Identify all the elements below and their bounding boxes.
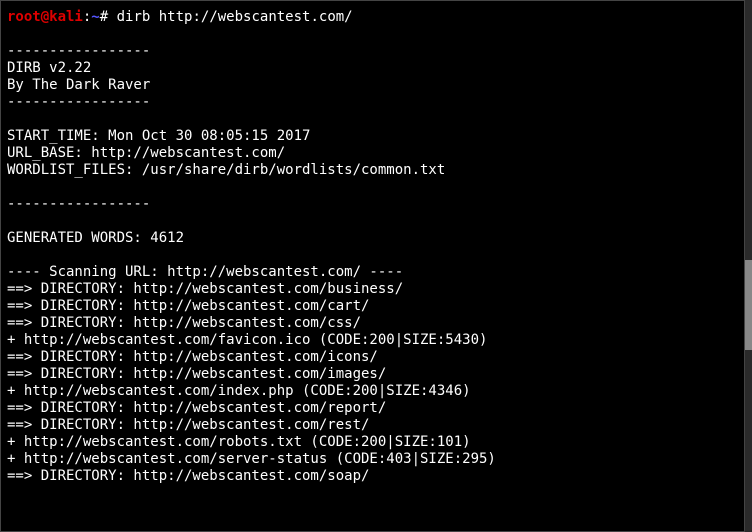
output-result-line: ==> DIRECTORY: http://webscantest.com/im…	[7, 366, 738, 383]
scrollbar-thumb[interactable]	[745, 260, 752, 350]
output-wordlist: WORDLIST_FILES: /usr/share/dirb/wordlist…	[7, 162, 738, 179]
output-result-line: + http://webscantest.com/favicon.ico (CO…	[7, 332, 738, 349]
blank-line	[7, 111, 738, 128]
output-separator: -----------------	[7, 43, 738, 60]
output-separator: -----------------	[7, 94, 738, 111]
output-result-line: ==> DIRECTORY: http://webscantest.com/re…	[7, 417, 738, 434]
output-author: By The Dark Raver	[7, 77, 738, 94]
output-start-time: START_TIME: Mon Oct 30 08:05:15 2017	[7, 128, 738, 145]
blank-line	[7, 26, 738, 43]
output-result-line: + http://webscantest.com/server-status (…	[7, 451, 738, 468]
output-result-line: ==> DIRECTORY: http://webscantest.com/cs…	[7, 315, 738, 332]
prompt-user: root@kali	[7, 9, 83, 25]
output-result-line: ==> DIRECTORY: http://webscantest.com/bu…	[7, 281, 738, 298]
output-version: DIRB v2.22	[7, 60, 738, 77]
output-result-line: ==> DIRECTORY: http://webscantest.com/ca…	[7, 298, 738, 315]
output-result-line: ==> DIRECTORY: http://webscantest.com/re…	[7, 400, 738, 417]
output-scanning-header: ---- Scanning URL: http://webscantest.co…	[7, 264, 738, 281]
output-result-line: ==> DIRECTORY: http://webscantest.com/so…	[7, 468, 738, 485]
output-result-line: + http://webscantest.com/index.php (CODE…	[7, 383, 738, 400]
blank-line	[7, 213, 738, 230]
terminal-window[interactable]: root@kali:~# dirb http://webscantest.com…	[0, 0, 745, 532]
output-url-base: URL_BASE: http://webscantest.com/	[7, 145, 738, 162]
output-result-line: + http://webscantest.com/robots.txt (COD…	[7, 434, 738, 451]
prompt-symbol: #	[100, 9, 108, 25]
blank-line	[7, 179, 738, 196]
blank-line	[7, 247, 738, 264]
output-separator: -----------------	[7, 196, 738, 213]
output-generated-words: GENERATED WORDS: 4612	[7, 230, 738, 247]
prompt-line: root@kali:~# dirb http://webscantest.com…	[7, 9, 738, 26]
output-result-line: ==> DIRECTORY: http://webscantest.com/ic…	[7, 349, 738, 366]
scrollbar-track[interactable]	[745, 0, 752, 532]
prompt-path: ~	[91, 9, 99, 25]
command-input[interactable]: dirb http://webscantest.com/	[117, 9, 353, 25]
